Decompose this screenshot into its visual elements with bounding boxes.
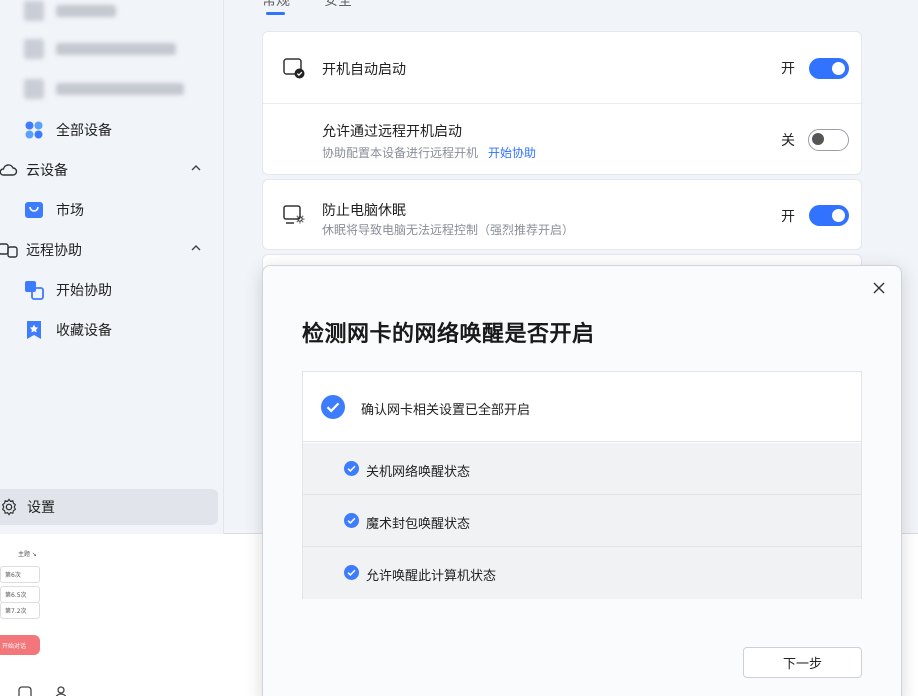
checklist-sub-item: 魔术封包唤醒状态 [303, 495, 861, 547]
square-icon [18, 686, 32, 696]
settings-tabs: 常规 安全 [262, 0, 352, 10]
toggle-state-label: 开 [781, 61, 795, 77]
checklist-sub-item: 关机网络唤醒状态 [303, 443, 861, 495]
sidebar-item-label: 收藏设备 [56, 323, 112, 339]
toggle-state-label: 开 [781, 209, 795, 225]
sleep-settings-card: 防止电脑休眠 休眠将导致电脑无法远程控制（强烈推荐开启） 开 [262, 179, 862, 250]
start-assist-link[interactable]: 开始协助 [488, 146, 536, 160]
active-tab-indicator [266, 12, 285, 15]
toggle-state-label: 关 [781, 133, 795, 149]
sidebar: 全部设备 云设备 市场 远程协助 开始协助 收藏设备 设置 [0, 0, 224, 534]
next-step-button[interactable]: 下一步 [743, 647, 862, 678]
sidebar-group-cloud-devices[interactable]: 云设备 [0, 158, 210, 182]
wake-on-lan-dialog: 检测网卡的网络唤醒是否开启 确认网卡相关设置已全部开启 关机网络唤醒状态 魔术封… [262, 265, 902, 696]
sidebar-group-remote-assist[interactable]: 远程协助 [0, 238, 210, 262]
screen-share-icon [25, 281, 44, 300]
grid-icon [25, 121, 43, 139]
sidebar-item-label: 全部设备 [56, 123, 112, 139]
background-window: 主题 ↘ 第6次 第6.5次 第7.2次 开始对话 [0, 534, 262, 696]
close-icon[interactable] [871, 280, 887, 296]
bg-red-button[interactable]: 开始对话 [0, 635, 40, 655]
sidebar-item-label: 设置 [27, 500, 55, 516]
blurred-device-item[interactable] [24, 38, 176, 60]
bg-item[interactable]: 第6次 [0, 566, 40, 583]
checklist: 确认网卡相关设置已全部开启 关机网络唤醒状态 魔术封包唤醒状态 允许唤醒此计算机… [302, 371, 862, 599]
sidebar-item-settings[interactable]: 设置 [0, 489, 218, 525]
check-circle-icon [344, 513, 359, 528]
setting-row-prevent-sleep: 防止电脑休眠 休眠将导致电脑无法远程控制（强烈推荐开启） 开 [263, 180, 863, 251]
tab-general[interactable]: 常规 [262, 0, 290, 10]
auto-start-toggle[interactable] [809, 58, 849, 79]
sidebar-item-favorites[interactable]: 收藏设备 [24, 318, 112, 342]
blurred-device-item[interactable] [24, 78, 184, 100]
startup-settings-card: 开机自动启动 开 允许通过远程开机启动 协助配置本设备进行远程开机 开始协助 关 [262, 31, 863, 176]
check-circle-icon [321, 395, 345, 419]
checklist-main-item: 确认网卡相关设置已全部开启 [303, 372, 861, 442]
setting-row-auto-start: 开机自动启动 开 [263, 32, 863, 104]
sidebar-group-label: 远程协助 [26, 243, 82, 259]
sidebar-item-start-assist[interactable]: 开始协助 [24, 278, 112, 302]
sidebar-item-label: 市场 [56, 203, 84, 219]
gear-icon [1, 498, 17, 516]
prevent-sleep-toggle[interactable] [809, 205, 849, 226]
setting-row-remote-boot: 允许通过远程开机启动 协助配置本设备进行远程开机 开始协助 关 [263, 104, 863, 176]
sidebar-group-label: 云设备 [26, 163, 68, 179]
cloud-icon [0, 164, 18, 176]
setting-title: 防止电脑休眠 [322, 203, 406, 219]
monitor-check-icon [283, 58, 305, 79]
tab-security[interactable]: 安全 [324, 0, 352, 10]
checklist-sub-label: 允许唤醒此计算机状态 [366, 569, 497, 584]
chevron-up-icon[interactable] [188, 160, 204, 176]
checklist-sub-item: 允许唤醒此计算机状态 [303, 547, 861, 599]
bg-item: 主题 ↘ [14, 546, 41, 561]
sidebar-item-label: 开始协助 [56, 283, 112, 299]
remote-screens-icon [0, 243, 18, 258]
monitor-sun-icon [283, 205, 305, 224]
check-circle-icon [344, 565, 359, 580]
setting-title: 允许通过远程开机启动 [322, 124, 462, 140]
bg-item[interactable]: 第6.5次 [0, 586, 40, 603]
bookmark-star-icon [27, 321, 41, 339]
check-circle-icon [344, 461, 359, 476]
setting-subtitle: 休眠将导致电脑无法远程控制（强烈推荐开启） [322, 223, 575, 237]
checklist-sub-label: 魔术封包唤醒状态 [366, 517, 471, 532]
sidebar-item-all-devices[interactable]: 全部设备 [24, 118, 112, 142]
setting-subtitle: 协助配置本设备进行远程开机 开始协助 [322, 144, 536, 161]
blurred-device-item[interactable] [24, 0, 116, 22]
remote-boot-toggle[interactable] [808, 129, 849, 151]
setting-subtitle-text: 协助配置本设备进行远程开机 [322, 146, 479, 160]
checklist-main-label: 确认网卡相关设置已全部开启 [361, 403, 531, 418]
dialog-title: 检测网卡的网络唤醒是否开启 [302, 322, 595, 347]
chevron-up-icon[interactable] [188, 240, 204, 256]
sidebar-item-market[interactable]: 市场 [24, 198, 84, 222]
person-icon [55, 686, 67, 696]
checklist-sub-label: 关机网络唤醒状态 [366, 465, 471, 480]
bg-item[interactable]: 第7.2次 [0, 602, 40, 619]
shopping-bag-icon [25, 202, 43, 218]
setting-title: 开机自动启动 [322, 62, 406, 78]
